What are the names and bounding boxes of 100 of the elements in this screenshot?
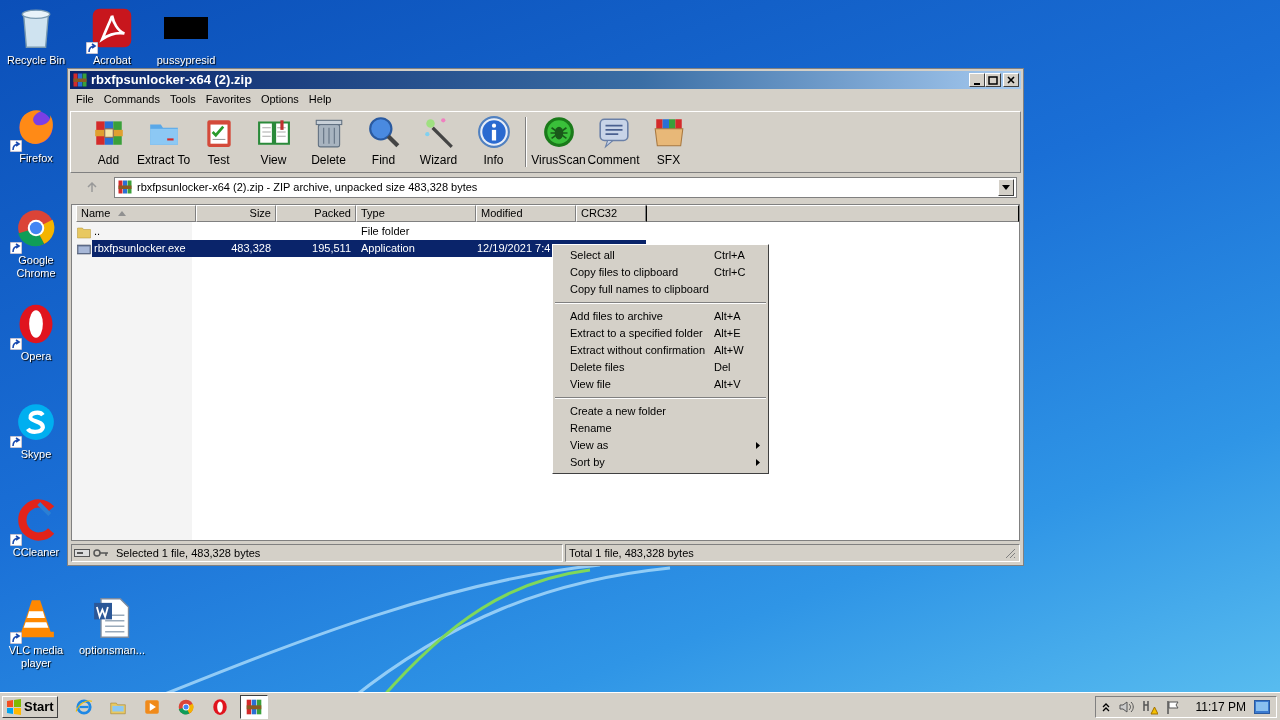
maximize-icon [987, 74, 999, 86]
context-menu-item[interactable]: Copy full names to clipboard [553, 281, 768, 298]
column-header[interactable]: Modified [476, 205, 576, 222]
status-text: Total 1 file, 483,328 bytes [569, 545, 694, 561]
sfx-toolbar-button[interactable]: SFX [641, 113, 696, 171]
context-menu-item[interactable]: Delete files Del [553, 359, 768, 376]
search-icon [366, 115, 401, 149]
context-menu-item[interactable]: Add files to archive Alt+A [553, 308, 768, 325]
shortcut-arrow-icon [10, 436, 22, 448]
shortcut-arrow-icon [10, 338, 22, 350]
desktop-icon-label[interactable]: Opera [20, 350, 52, 363]
archive-icon [72, 72, 88, 88]
virus-toolbar-button[interactable]: VirusScan [531, 113, 586, 171]
letter-o-icon [210, 697, 229, 716]
table-cell-text: Application [360, 241, 416, 256]
up-arrow-icon [86, 181, 98, 193]
maximize-button[interactable] [985, 73, 1001, 87]
delete-toolbar-button[interactable]: Delete [301, 113, 356, 171]
desktop-icon-label[interactable]: Acrobat [93, 54, 131, 67]
show-hidden-icons-icon[interactable] [1101, 701, 1110, 712]
table-cell-text: 483,328 [230, 241, 272, 256]
desktop-icon-label[interactable]: Firefox [19, 152, 53, 165]
view-toolbar-button[interactable]: View [246, 113, 301, 171]
desktop-icon-label[interactable]: Recycle Bin [6, 54, 66, 67]
table-cell-text: rbxfpsunlocker.exe [93, 241, 187, 256]
menu-item[interactable]: Commands [98, 91, 165, 108]
minimize-icon [974, 82, 980, 85]
close-button[interactable] [1003, 73, 1019, 87]
context-menu-item[interactable]: Extract to a specified folder Alt+E [553, 325, 768, 342]
shortcut-arrow-icon [10, 242, 22, 254]
shortcut-text: Alt+W [714, 343, 745, 359]
test-toolbar-button[interactable]: Test [191, 113, 246, 171]
shortcut-arrow-icon [86, 42, 98, 54]
context-menu-item[interactable]: Extract without confirmation Alt+W [553, 342, 768, 359]
info-toolbar-button[interactable]: Info [466, 113, 521, 171]
network-warning-icon[interactable] [1141, 698, 1158, 715]
column-header[interactable]: Packed [276, 205, 356, 222]
windows-logo-icon [6, 698, 22, 715]
resize-grip-icon[interactable] [1004, 547, 1016, 559]
table-cell-text: File folder [360, 224, 411, 239]
desktop-icon-label[interactable]: Google Chrome [4, 254, 68, 280]
extract-toolbar-button[interactable]: Extract To [136, 113, 191, 171]
context-menu-item[interactable]: View file Alt+V [553, 376, 768, 393]
context-menu-item[interactable]: View as [553, 437, 768, 454]
shortcut-text: Ctrl+A [714, 248, 746, 264]
menu-item[interactable]: Tools [165, 91, 201, 108]
shortcut-arrow-icon [10, 140, 22, 152]
table-cell-text: 195,511 [311, 241, 352, 256]
archive-taskbar-button[interactable] [239, 694, 268, 719]
sort-arrow-icon [118, 211, 127, 216]
shortcut-arrow-icon [10, 534, 22, 546]
address-text: rbxfpsunlocker-x64 (2).zip - ZIP archive, unpacked size 483,328 bytes [137, 179, 479, 195]
context-menu-item[interactable]: Select all Ctrl+A [553, 247, 768, 264]
context-menu-item[interactable]: Sort by [553, 454, 768, 471]
bug-icon [541, 115, 576, 149]
context-menu-item[interactable]: Copy files to clipboard Ctrl+C [553, 264, 768, 281]
menu-item[interactable]: Favorites [200, 91, 256, 108]
add-toolbar-button[interactable]: Add [81, 113, 136, 171]
column-header[interactable]: CRC32 [576, 205, 646, 222]
context-menu-item[interactable]: Create a new folder [553, 403, 768, 420]
file-row[interactable]: .. File folder [72, 223, 1019, 240]
show-desktop-icon[interactable] [1254, 699, 1270, 714]
desktop-icon-label[interactable]: Skype [20, 448, 52, 461]
shortcut-arrow-icon [10, 632, 22, 644]
shortcut-text: Alt+A [714, 309, 742, 325]
comment-toolbar-button[interactable]: Comment [586, 113, 641, 171]
desktop-icon-label[interactable]: pussypresid [156, 54, 216, 67]
column-header[interactable]: Type [356, 205, 476, 222]
submenu-arrow-icon [756, 459, 760, 466]
menu-item[interactable]: Help [303, 91, 337, 108]
desktop-icon-label[interactable]: optionsman... [79, 644, 146, 657]
dropdown-button[interactable] [998, 178, 1014, 196]
start-button[interactable]: Start [2, 695, 58, 718]
browser-icon [176, 697, 195, 716]
dropdown-arrow-icon [1002, 184, 1010, 190]
archive-icon [117, 179, 133, 195]
menu-item[interactable]: File [71, 91, 99, 108]
context-menu-item[interactable]: Rename [553, 420, 768, 437]
speaker-icon[interactable] [1117, 699, 1134, 714]
desktop-icon-label[interactable]: CCleaner [12, 546, 60, 559]
desktop-icon-label[interactable]: VLC media player [4, 644, 68, 670]
address-field[interactable]: rbxfpsunlocker-x64 (2).zip - ZIP archive, unpacked size 483,328 bytes [114, 176, 1017, 198]
column-header[interactable]: Size [196, 205, 276, 222]
shortcut-text: Del [714, 360, 732, 376]
submenu-arrow-icon [756, 442, 760, 449]
drive-icon [74, 548, 90, 558]
close-icon [1005, 74, 1017, 86]
table-cell-text: .. [93, 224, 102, 239]
play-icon [142, 697, 161, 716]
wizard-toolbar-button[interactable]: Wizard [411, 113, 466, 171]
status-text: Selected 1 file, 483,328 bytes [116, 545, 261, 561]
find-toolbar-button[interactable]: Find [356, 113, 411, 171]
speech-bubble-icon [596, 115, 631, 149]
minimize-button[interactable] [969, 73, 985, 87]
column-header[interactable]: Name [76, 205, 196, 222]
key-icon [93, 548, 109, 558]
browser-icon [74, 697, 93, 716]
window-title: rbxfpsunlocker-x64 (2).zip [91, 71, 253, 90]
menu-item[interactable]: Options [255, 91, 304, 108]
flag-icon[interactable] [1165, 699, 1180, 714]
